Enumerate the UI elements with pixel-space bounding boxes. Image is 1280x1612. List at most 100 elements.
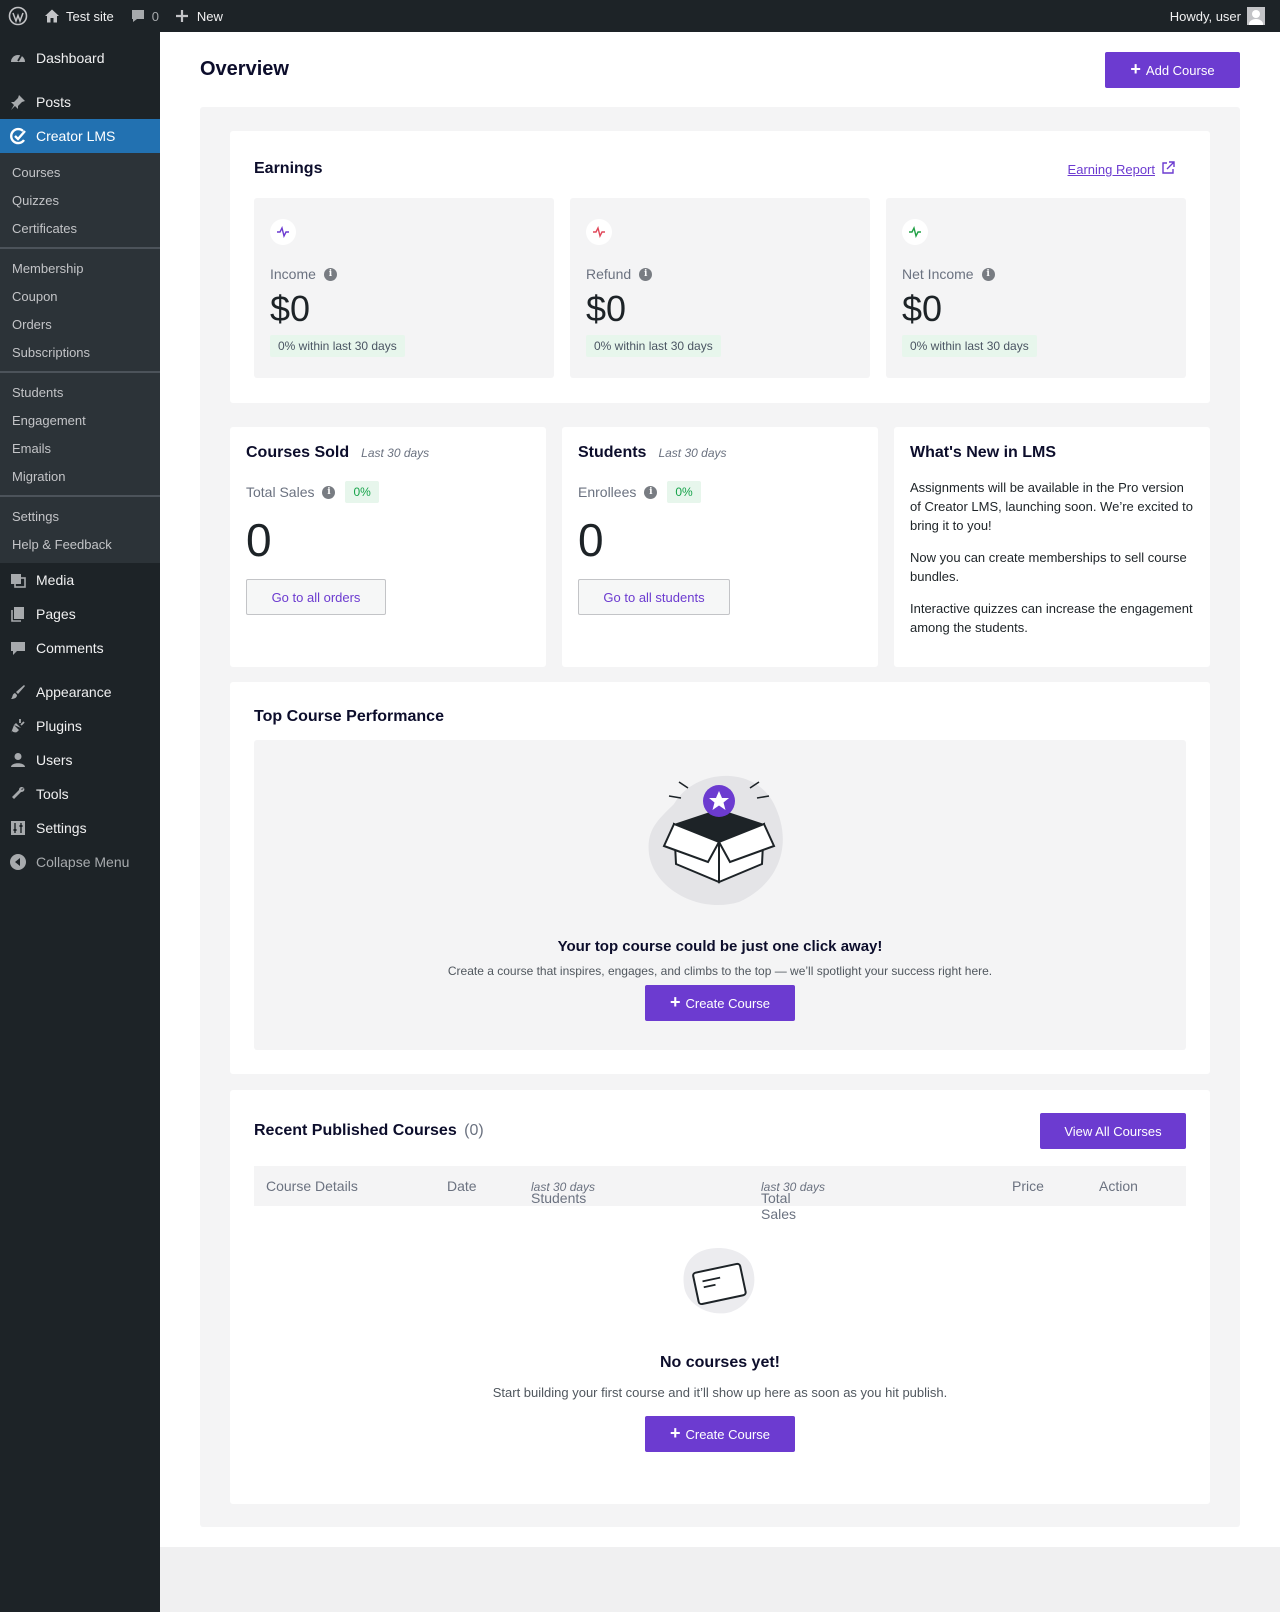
empty-ticket-icon <box>681 1244 757 1321</box>
submenu-migration[interactable]: Migration <box>0 463 160 491</box>
submenu-certificates[interactable]: Certificates <box>0 215 160 243</box>
info-icon[interactable]: i <box>323 267 337 281</box>
menu-settings[interactable]: Settings <box>0 811 160 845</box>
submenu-quizzes[interactable]: Quizzes <box>0 187 160 215</box>
info-icon[interactable]: i <box>644 485 658 499</box>
earnings-card: Earnings Earning Report Income i $0 0% w… <box>230 131 1210 403</box>
submenu-subscriptions[interactable]: Subscriptions <box>0 339 160 367</box>
col-students-label: Students <box>531 1190 587 1206</box>
creator-lms-logo-icon <box>8 126 28 146</box>
plus-icon: + <box>1130 59 1141 79</box>
external-link-icon <box>1161 161 1175 178</box>
menu-media-label: Media <box>36 572 75 588</box>
courses-sold-header: Courses Sold Last 30 days <box>246 444 429 462</box>
new-content-link[interactable]: New <box>167 0 231 32</box>
menu-media[interactable]: Media <box>0 563 160 597</box>
go-to-all-orders-button[interactable]: Go to all orders <box>246 579 386 615</box>
enrollees-pct-chip: 0% <box>667 481 701 503</box>
submenu-courses[interactable]: Courses <box>0 159 160 187</box>
students-period: Last 30 days <box>658 446 727 460</box>
menu-pages-label: Pages <box>36 606 76 622</box>
wordpress-logo-icon[interactable] <box>0 0 36 32</box>
submenu-orders[interactable]: Orders <box>0 311 160 339</box>
account-menu[interactable]: Howdy, user <box>1162 0 1273 32</box>
collapse-arrow-icon <box>8 852 28 872</box>
submenu-settings[interactable]: Settings <box>0 503 160 531</box>
net-income-pulse-icon <box>902 219 928 245</box>
whats-new-item: Now you can create memberships to sell c… <box>910 550 1187 584</box>
top-course-empty-title: Your top course could be just one click … <box>557 938 883 955</box>
view-all-courses-button[interactable]: View All Courses <box>1040 1113 1186 1149</box>
admin-sidebar: Dashboard Posts Creator LMS Courses Quiz… <box>0 32 160 1612</box>
add-course-button[interactable]: + Add Course <box>1105 52 1240 88</box>
submenu-help[interactable]: Help & Feedback <box>0 531 160 559</box>
net-income-stat-card: Net Income i $0 0% within last 30 days <box>886 198 1186 378</box>
info-icon[interactable]: i <box>322 485 336 499</box>
refund-pulse-icon <box>586 219 612 245</box>
admin-bar: Test site 0 New Howdy, user <box>0 0 1280 32</box>
col-students: Students last 30 days <box>531 1178 595 1206</box>
menu-plugins[interactable]: Plugins <box>0 709 160 743</box>
menu-appearance[interactable]: Appearance <box>0 675 160 709</box>
create-course-label: Create Course <box>685 1426 771 1442</box>
menu-users[interactable]: Users <box>0 743 160 777</box>
col-price: Price <box>1012 1178 1044 1194</box>
menu-posts[interactable]: Posts <box>0 85 160 119</box>
create-course-label: Create Course <box>685 995 771 1011</box>
recent-courses-count: (0) <box>464 1122 484 1139</box>
submenu-emails[interactable]: Emails <box>0 435 160 463</box>
creator-lms-submenu: Courses Quizzes Certificates Membership … <box>0 153 160 563</box>
submenu-students[interactable]: Students <box>0 379 160 407</box>
income-pulse-icon <box>270 219 296 245</box>
comments-link[interactable]: 0 <box>122 0 167 32</box>
menu-comments[interactable]: Comments <box>0 631 160 665</box>
net-income-label-row: Net Income i <box>902 266 995 282</box>
income-value: $0 <box>270 288 311 329</box>
collapse-menu-button[interactable]: Collapse Menu <box>0 845 160 879</box>
total-sales-row: Total Sales i 0% <box>246 481 379 503</box>
pushpin-icon <box>8 92 28 112</box>
page-title: Overview <box>200 58 289 80</box>
earning-report-label: Earning Report <box>1067 162 1155 177</box>
info-icon[interactable]: i <box>639 267 653 281</box>
menu-pages[interactable]: Pages <box>0 597 160 631</box>
menu-tools[interactable]: Tools <box>0 777 160 811</box>
menu-appearance-label: Appearance <box>36 684 112 700</box>
submenu-engagement[interactable]: Engagement <box>0 407 160 435</box>
create-course-button[interactable]: + Create Course <box>645 1416 795 1452</box>
menu-plugins-label: Plugins <box>36 718 82 734</box>
enrollees-label: Enrollees <box>578 484 637 500</box>
media-icon <box>8 570 28 590</box>
earning-report-link[interactable]: Earning Report <box>1068 161 1175 178</box>
menu-dashboard[interactable]: Dashboard <box>0 41 160 75</box>
plus-icon: + <box>669 992 681 1012</box>
menu-creator-lms-label: Creator LMS <box>36 128 116 144</box>
earnings-title: Earnings <box>254 160 323 177</box>
howdy-text: Howdy, user <box>1169 8 1241 24</box>
submenu-divider <box>0 247 160 249</box>
students-title: Students <box>578 444 647 461</box>
col-total-sales-label: Total Sales <box>761 1190 797 1222</box>
whats-new-list: Assignments will be available in the Pro… <box>910 478 1198 650</box>
refund-label-row: Refund i <box>586 266 653 282</box>
courses-sold-card: Courses Sold Last 30 days Total Sales i … <box>230 427 546 667</box>
add-course-label: Add Course <box>1145 62 1215 78</box>
info-icon[interactable]: i <box>981 267 995 281</box>
top-course-empty-desc: Create a course that inspires, engages, … <box>447 964 993 978</box>
menu-creator-lms[interactable]: Creator LMS <box>0 119 160 153</box>
user-icon <box>8 750 28 770</box>
net-income-label: Net Income <box>902 266 974 282</box>
enrollees-value: 0 <box>578 514 604 566</box>
submenu-coupon[interactable]: Coupon <box>0 283 160 311</box>
recent-courses-heading: Recent Published Courses (0) <box>254 1122 484 1140</box>
net-income-value: $0 <box>902 288 943 329</box>
site-name-link[interactable]: Test site <box>36 0 122 32</box>
col-date: Date <box>447 1178 477 1194</box>
enrollees-row: Enrollees i 0% <box>578 481 701 503</box>
whats-new-card: What's New in LMS Assignments will be av… <box>894 427 1210 667</box>
go-to-all-students-button[interactable]: Go to all students <box>578 579 730 615</box>
submenu-membership[interactable]: Membership <box>0 255 160 283</box>
create-course-button[interactable]: + Create Course <box>645 985 795 1021</box>
income-change-chip: 0% within last 30 days <box>270 335 405 357</box>
comments-count: 0 <box>151 8 159 24</box>
